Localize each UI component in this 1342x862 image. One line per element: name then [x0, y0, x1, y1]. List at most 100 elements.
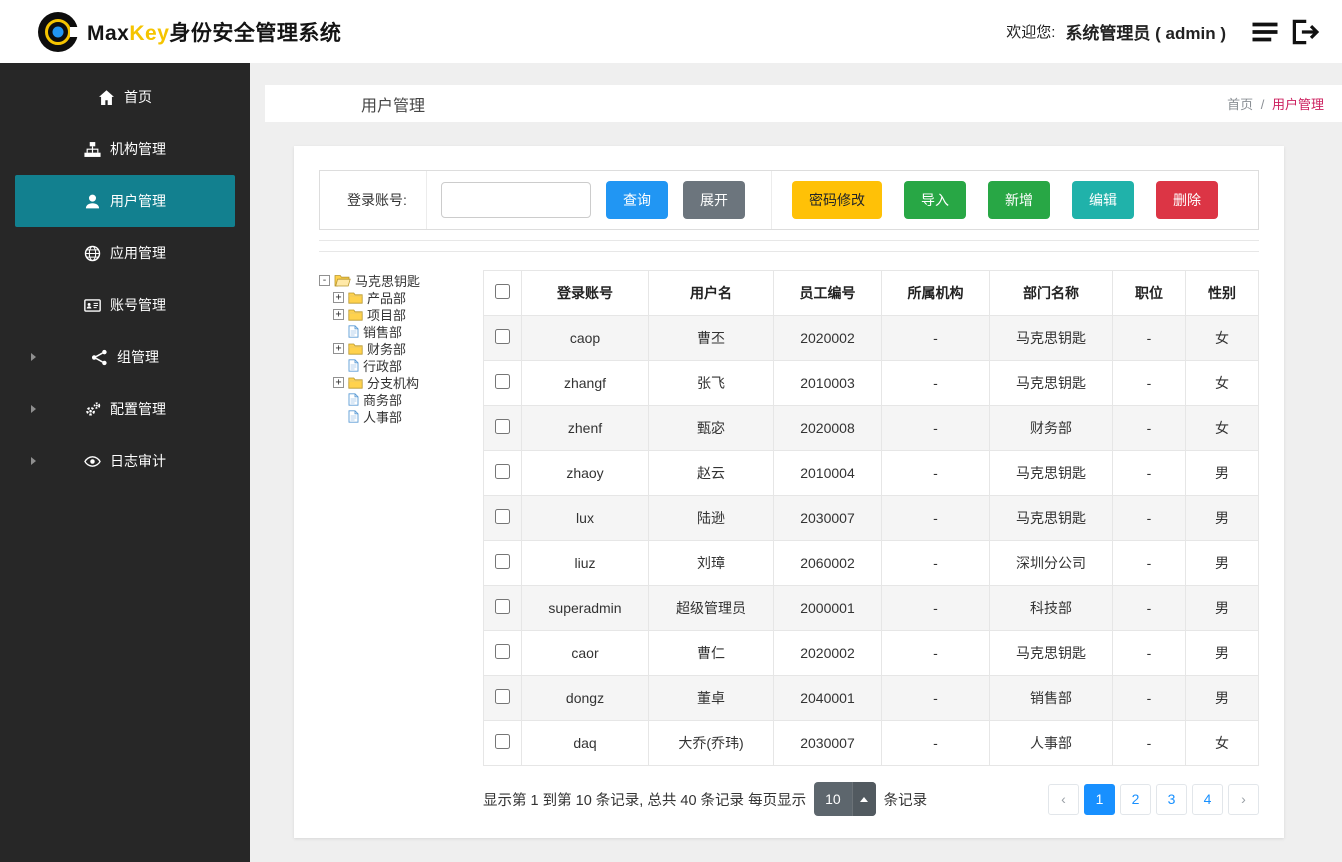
content-row: -马克思钥匙+产品部+项目部+销售部+财务部+行政部+分支机构+商务部+人事部 …: [319, 270, 1259, 816]
row-checkbox[interactable]: [495, 509, 510, 524]
table-row[interactable]: lux 陆逊 2030007- 马克思钥匙 - 男: [483, 495, 1259, 541]
table-row[interactable]: zhenf 甄宓 2020008- 财务部 - 女: [483, 405, 1259, 451]
password-modify-button[interactable]: 密码修改: [792, 181, 882, 219]
folder-icon: [348, 292, 363, 304]
row-checkbox[interactable]: [495, 464, 510, 479]
table-row[interactable]: caor 曹仁 2020002- 马克思钥匙 - 男: [483, 630, 1259, 676]
table-cell: -: [881, 450, 990, 496]
tree-node[interactable]: + 产品部: [333, 289, 469, 306]
file-icon: [348, 393, 359, 406]
table-cell: 马克思钥匙: [989, 315, 1113, 361]
sidebar-item-account[interactable]: 账号管理: [0, 279, 250, 331]
expand-expander-icon[interactable]: +: [333, 377, 344, 388]
main-layout: 首页 机构管理 用户管理 应用管理 账号管理 组管理 配置管理 日志审计 用户管理 首页 / …: [0, 63, 1342, 862]
tree-node[interactable]: + 分支机构: [333, 374, 469, 391]
tree-node[interactable]: +人事部: [333, 408, 469, 425]
row-checkbox-cell: [483, 720, 522, 766]
table-cell: 男: [1185, 675, 1259, 721]
sidebar-item-org[interactable]: 机构管理: [0, 123, 250, 175]
table-row[interactable]: superadmin 超级管理员 2000001- 科技部 - 男: [483, 585, 1259, 631]
table-cell: 马克思钥匙: [989, 450, 1113, 496]
row-checkbox[interactable]: [495, 374, 510, 389]
column-header: 性别: [1185, 270, 1259, 316]
page-size-select[interactable]: 10: [814, 782, 876, 816]
breadcrumb-home-link[interactable]: 首页: [1227, 97, 1253, 112]
table-cell: caor: [521, 630, 649, 676]
row-checkbox-cell: [483, 540, 522, 586]
group-icon: [91, 349, 108, 366]
sidebar-item-home[interactable]: 首页: [0, 71, 250, 123]
table-cell: -: [1112, 720, 1186, 766]
pagination: 显示第 1 到第 10 条记录, 总共 40 条记录 每页显示 10 条记录 ‹…: [483, 782, 1259, 816]
table-cell: 2030007: [773, 495, 882, 541]
column-header: 登录账号: [521, 270, 649, 316]
page-button-1[interactable]: 1: [1084, 783, 1115, 815]
top-header: MaxKey身份安全管理系统 欢迎您: 系统管理员 ( admin ): [0, 0, 1342, 63]
row-checkbox[interactable]: [495, 419, 510, 434]
sidebar-item-group[interactable]: 组管理: [0, 331, 250, 383]
table-cell: -: [1112, 450, 1186, 496]
expand-expander-icon[interactable]: +: [333, 292, 344, 303]
table-cell: 销售部: [989, 675, 1113, 721]
table-cell: -: [881, 675, 990, 721]
prev-page-button[interactable]: ‹: [1048, 783, 1079, 815]
table-row[interactable]: zhangf 张飞 2010003- 马克思钥匙 - 女: [483, 360, 1259, 406]
edit-button[interactable]: 编辑: [1072, 181, 1134, 219]
table-cell: -: [881, 720, 990, 766]
expand-button[interactable]: 展开: [683, 181, 745, 219]
breadcrumb: 首页 / 用户管理: [1227, 94, 1324, 113]
table-row[interactable]: dongz 董卓 2040001- 销售部 - 男: [483, 675, 1259, 721]
sidebar-item-config[interactable]: 配置管理: [0, 383, 250, 435]
tree-node[interactable]: +行政部: [333, 357, 469, 374]
query-button[interactable]: 查询: [606, 181, 668, 219]
tree-node[interactable]: + 财务部: [333, 340, 469, 357]
row-checkbox[interactable]: [495, 689, 510, 704]
sidebar-item-audit[interactable]: 日志审计: [0, 435, 250, 487]
page-button-3[interactable]: 3: [1156, 783, 1187, 815]
tree-node[interactable]: + 项目部: [333, 306, 469, 323]
expand-expander-icon[interactable]: +: [333, 309, 344, 320]
next-page-button[interactable]: ›: [1228, 783, 1259, 815]
current-user: 系统管理员 ( admin ): [1065, 24, 1226, 43]
table-row[interactable]: liuz 刘璋 2060002- 深圳分公司 - 男: [483, 540, 1259, 586]
select-all-checkbox[interactable]: [495, 284, 510, 299]
table-cell: 超级管理员: [648, 585, 774, 631]
table-row[interactable]: daq 大乔(乔玮) 2030007- 人事部 - 女: [483, 720, 1259, 766]
table-cell: 男: [1185, 540, 1259, 586]
sidebar-item-user[interactable]: 用户管理: [15, 175, 235, 227]
file-icon: [348, 325, 359, 338]
sidebar-item-app[interactable]: 应用管理: [0, 227, 250, 279]
tree-node[interactable]: +销售部: [333, 323, 469, 340]
tree-node[interactable]: +商务部: [333, 391, 469, 408]
import-button[interactable]: 导入: [904, 181, 966, 219]
login-account-input[interactable]: [441, 182, 591, 218]
page-button-2[interactable]: 2: [1120, 783, 1151, 815]
expand-expander-icon[interactable]: +: [333, 343, 344, 354]
row-checkbox[interactable]: [495, 734, 510, 749]
globe-icon: [84, 245, 101, 262]
add-button[interactable]: 新增: [988, 181, 1050, 219]
page-header: 用户管理 首页 / 用户管理: [265, 85, 1342, 122]
menu-list-icon[interactable]: [1250, 19, 1280, 45]
table-cell: 2010004: [773, 450, 882, 496]
page-button-4[interactable]: 4: [1192, 783, 1223, 815]
row-checkbox[interactable]: [495, 644, 510, 659]
row-checkbox-cell: [483, 405, 522, 451]
row-checkbox[interactable]: [495, 329, 510, 344]
table-cell: lux: [521, 495, 649, 541]
tree-node[interactable]: - 马克思钥匙: [319, 272, 469, 289]
delete-button[interactable]: 删除: [1156, 181, 1218, 219]
page-title: 用户管理: [361, 97, 426, 115]
row-checkbox[interactable]: [495, 554, 510, 569]
folder-icon: [348, 343, 363, 355]
row-checkbox[interactable]: [495, 599, 510, 614]
chevron-right-icon: [31, 405, 36, 413]
table-cell: -: [881, 540, 990, 586]
table-row[interactable]: zhaoy 赵云 2010004- 马克思钥匙 - 男: [483, 450, 1259, 496]
table-cell: superadmin: [521, 585, 649, 631]
collapse-expander-icon[interactable]: -: [319, 275, 330, 286]
logout-icon[interactable]: [1290, 18, 1320, 46]
table-cell: 2030007: [773, 720, 882, 766]
column-header: 职位: [1112, 270, 1186, 316]
table-row[interactable]: caop 曹丕 2020002- 马克思钥匙 - 女: [483, 315, 1259, 361]
